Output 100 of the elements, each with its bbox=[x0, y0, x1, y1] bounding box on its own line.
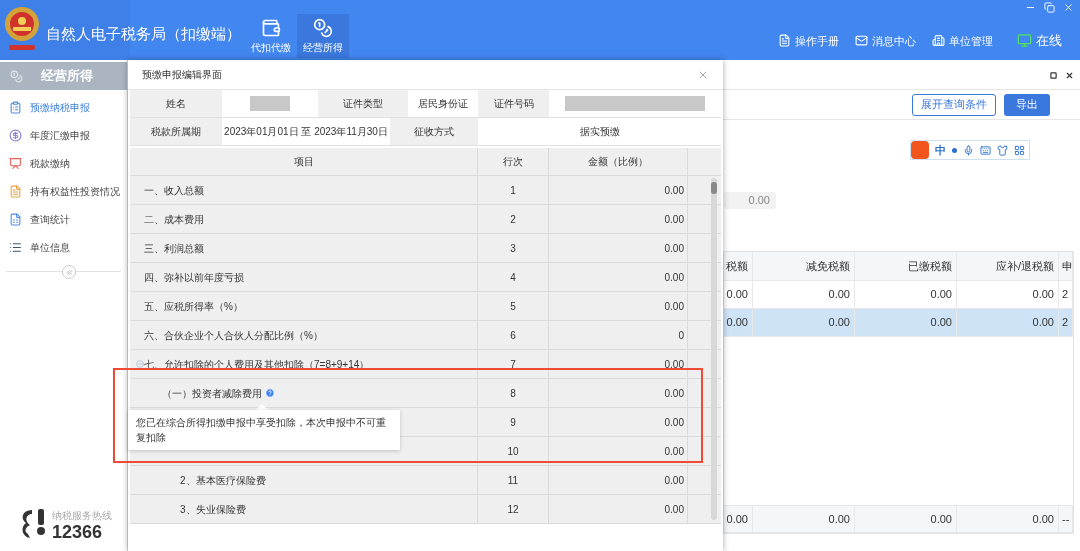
help-icon[interactable] bbox=[265, 388, 275, 398]
line-number: 4 bbox=[478, 263, 549, 291]
item-label: 2、基本医疗保险费 bbox=[180, 473, 266, 488]
line-number: 2 bbox=[478, 205, 549, 233]
item-label: 五、应税所得率（%） bbox=[144, 299, 243, 314]
amount-cell: 0.00 bbox=[549, 263, 688, 291]
dialog-title: 预缴申报编辑界面 bbox=[142, 68, 222, 82]
line-number: 7 bbox=[478, 350, 549, 378]
amount-cell: 0 bbox=[549, 321, 688, 349]
tooltip: 您已在综合所得扣缴申报中享受扣除，本次申报中不可重复扣除 bbox=[128, 410, 400, 450]
header-link[interactable]: 操作手册 bbox=[778, 32, 839, 49]
nav-tab[interactable]: 经营所得 bbox=[297, 14, 349, 58]
online-status[interactable]: 在线 bbox=[1017, 31, 1062, 51]
building-icon bbox=[932, 34, 945, 48]
table-cell: 0.00 bbox=[724, 281, 753, 308]
line-number: 3 bbox=[478, 234, 549, 262]
item-label: 三、利润总额 bbox=[144, 241, 204, 256]
menu-icon bbox=[9, 212, 22, 226]
header-link[interactable]: 消息中心 bbox=[855, 32, 916, 49]
menu-icon bbox=[9, 100, 22, 114]
sidebar-item[interactable]: 持有权益性投资情况 bbox=[0, 177, 127, 205]
line-number: 12 bbox=[478, 495, 549, 523]
punctuation-icon bbox=[952, 147, 957, 153]
column-header: 金额（比例） bbox=[549, 148, 688, 175]
sidebar-header: 经营所得 bbox=[0, 62, 127, 90]
line-number: 1 bbox=[478, 176, 549, 204]
amount-field: 0.00 bbox=[724, 192, 776, 209]
table-cell: 0.00 bbox=[957, 506, 1059, 532]
microphone-icon bbox=[963, 144, 974, 156]
amount-cell: 0.00 bbox=[549, 437, 688, 465]
item-label: 六、合伙企业个人合伙人分配比例（%） bbox=[144, 328, 323, 343]
sidebar-item[interactable]: 单位信息 bbox=[0, 233, 127, 261]
field-label: 证件号码 bbox=[478, 90, 549, 117]
table-cell: 0.00 bbox=[957, 281, 1059, 308]
ime-logo-icon bbox=[911, 141, 929, 159]
table-cell: 0.00 bbox=[855, 281, 957, 308]
amount-cell: 0.00 bbox=[549, 408, 688, 436]
expand-query-button[interactable]: 展开查询条件 bbox=[912, 93, 996, 116]
menu-icon bbox=[9, 240, 22, 254]
export-button[interactable]: 导出 bbox=[1004, 93, 1050, 116]
item-label: 一、收入总额 bbox=[144, 183, 204, 198]
item-label: 四、弥补以前年度亏损 bbox=[144, 270, 244, 285]
grid-icon bbox=[1014, 144, 1025, 156]
restore-icon[interactable] bbox=[1044, 2, 1055, 13]
ime-mode: 中 bbox=[935, 142, 946, 158]
document-icon bbox=[778, 34, 791, 48]
table-cell: 0.00 bbox=[855, 506, 957, 532]
line-number: 5 bbox=[478, 292, 549, 320]
monitor-icon bbox=[1017, 33, 1032, 49]
table-cell: 已缴税额 bbox=[855, 252, 957, 280]
table-cell: 税额 bbox=[724, 252, 753, 280]
coins-icon bbox=[10, 69, 23, 83]
amount-cell: 0.00 bbox=[549, 350, 688, 378]
wallet-icon bbox=[261, 17, 281, 38]
table-cell: 0.00 bbox=[753, 506, 855, 532]
table-cell: 0.00 bbox=[753, 309, 855, 336]
amount-cell: 0.00 bbox=[549, 292, 688, 320]
table-cell: 0.00 bbox=[855, 309, 957, 336]
app-title: 自然人电子税务局（扣缴端） bbox=[46, 24, 241, 44]
item-label: 3、失业保险费 bbox=[180, 502, 246, 517]
column-header: 项目 bbox=[130, 148, 478, 175]
table-cell: 应补/退税额 bbox=[957, 252, 1059, 280]
amount-cell: 0.00 bbox=[549, 234, 688, 262]
chevrons-left-icon bbox=[64, 267, 74, 277]
menu-icon bbox=[9, 156, 22, 170]
keyboard-icon bbox=[980, 144, 991, 156]
scrollbar[interactable] bbox=[711, 178, 717, 520]
sidebar-item[interactable]: 查询统计 bbox=[0, 205, 127, 233]
field-label: 证件类型 bbox=[318, 90, 408, 117]
header-link[interactable]: 单位管理 bbox=[932, 32, 993, 49]
nav-tab[interactable]: 代扣代缴 bbox=[245, 14, 297, 58]
restore-icon[interactable] bbox=[1050, 72, 1057, 79]
line-number: 8 bbox=[478, 379, 549, 407]
amount-cell: 0.00 bbox=[549, 205, 688, 233]
line-number: 10 bbox=[478, 437, 549, 465]
shirt-icon bbox=[997, 144, 1008, 156]
amount-cell: 0.00 bbox=[549, 379, 688, 407]
table-cell: 申 bbox=[1059, 252, 1073, 280]
table-cell: 0.00 bbox=[753, 281, 855, 308]
menu-icon bbox=[9, 184, 22, 198]
sidebar-item[interactable]: 年度汇缴申报 bbox=[0, 121, 127, 149]
mail-icon bbox=[855, 34, 868, 48]
table-cell: 0.00 bbox=[724, 506, 753, 532]
table-cell: 2 bbox=[1059, 309, 1073, 336]
line-number: 11 bbox=[478, 466, 549, 494]
hotline-number: 12366 bbox=[52, 523, 104, 541]
field-label: 税款所属期 bbox=[130, 118, 222, 145]
amount-cell: 0.00 bbox=[549, 176, 688, 204]
hotline-label: 纳税服务热线 bbox=[52, 511, 112, 521]
column-header: 行次 bbox=[478, 148, 549, 175]
table-cell: 减免税额 bbox=[753, 252, 855, 280]
line-number: 9 bbox=[478, 408, 549, 436]
line-number: 6 bbox=[478, 321, 549, 349]
field-label: 姓名 bbox=[130, 90, 222, 117]
item-label: （一）投资者减除费用 bbox=[162, 386, 262, 401]
table-cell: -- bbox=[1059, 506, 1073, 532]
sidebar-item[interactable]: 税款缴纳 bbox=[0, 149, 127, 177]
sidebar-item[interactable]: 预缴纳税申报 bbox=[0, 93, 127, 121]
item-label: 二、成本费用 bbox=[144, 212, 204, 227]
close-icon[interactable] bbox=[1065, 71, 1074, 80]
